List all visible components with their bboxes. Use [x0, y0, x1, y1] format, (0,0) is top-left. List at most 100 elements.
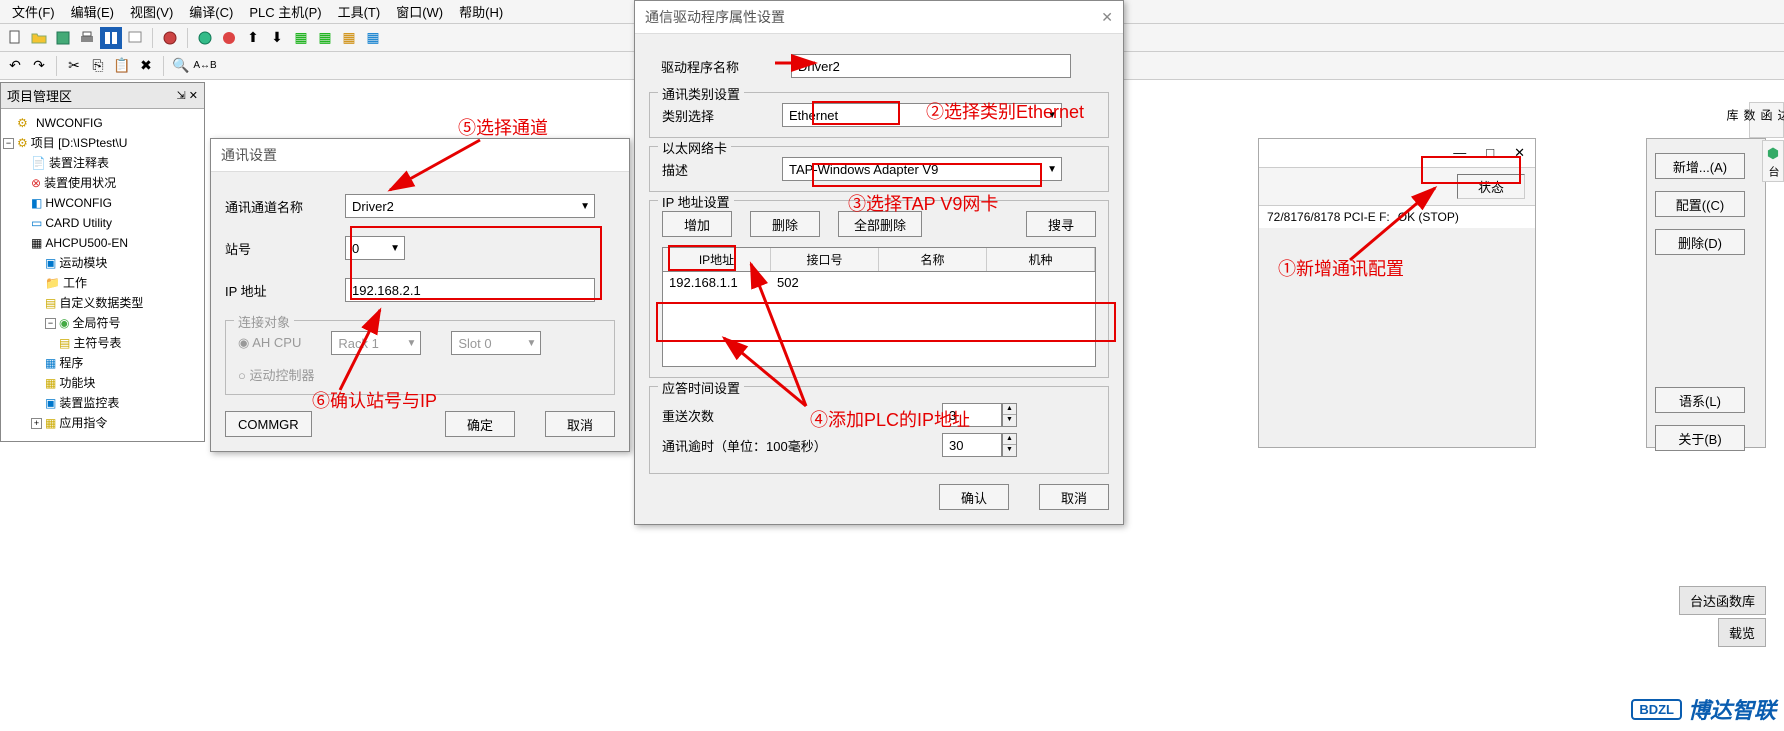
- driver-name-label: 驱动程序名称: [661, 57, 771, 76]
- search-button[interactable]: 搜寻: [1026, 211, 1096, 237]
- tree-item[interactable]: ◧HWCONFIG: [3, 193, 202, 213]
- cancel-button[interactable]: 取消: [1039, 484, 1109, 510]
- delete-all-button[interactable]: 全部删除: [838, 211, 922, 237]
- chip2-icon[interactable]: ▦: [314, 27, 336, 49]
- paste-icon[interactable]: 📋: [111, 55, 133, 77]
- nic-label: 描述: [662, 160, 762, 179]
- copy-icon[interactable]: ⎘: [87, 55, 109, 77]
- menu-window[interactable]: 窗口(W): [388, 0, 451, 23]
- delete-config-button[interactable]: 删除(D): [1655, 229, 1745, 255]
- retry-label: 重送次数: [662, 406, 942, 425]
- help-icon[interactable]: [159, 27, 181, 49]
- cat-label: 类别选择: [662, 106, 762, 125]
- nic-group-label: 以太网络卡: [658, 138, 731, 157]
- tree-title: 项目管理区: [7, 86, 72, 105]
- tab-zairu[interactable]: 载览: [1718, 618, 1766, 647]
- timeout-spinner[interactable]: 30▲▼: [942, 433, 1017, 457]
- side-label: 台: [1765, 166, 1781, 177]
- table-row[interactable]: 192.168.1.1 502: [663, 272, 1095, 293]
- cat-combo[interactable]: Ethernet▼: [782, 103, 1062, 127]
- open-icon[interactable]: [28, 27, 50, 49]
- find-icon[interactable]: 🔍: [170, 55, 192, 77]
- replace-icon[interactable]: A↔B: [194, 55, 216, 77]
- configure-button[interactable]: 配置((C): [1655, 191, 1745, 217]
- menu-view[interactable]: 视图(V): [122, 0, 181, 23]
- ahcpu-radio: ◉ AH CPU: [238, 335, 301, 351]
- new-config-button[interactable]: 新增...(A): [1655, 153, 1745, 179]
- tree-item[interactable]: ⊗装置使用状况: [3, 173, 202, 193]
- tree-item[interactable]: ▣装置监控表: [3, 393, 202, 413]
- comm-settings-dialog: 通讯设置 通讯通道名称 Driver2▼ 站号 0▼ IP 地址 192.168…: [210, 138, 630, 452]
- add-button[interactable]: 增加: [662, 211, 732, 237]
- tree-item[interactable]: −◉全局符号: [3, 313, 202, 333]
- ip-table[interactable]: IP地址 接口号 名称 机种 192.168.1.1 502: [662, 247, 1096, 367]
- chip4-icon[interactable]: ▦: [362, 27, 384, 49]
- channel-label: 通讯通道名称: [225, 197, 345, 216]
- col-port: 接口号: [771, 248, 879, 271]
- upload-icon[interactable]: ⬆: [242, 27, 264, 49]
- menu-help[interactable]: 帮助(H): [451, 0, 511, 23]
- tree-item[interactable]: 📁工作: [3, 273, 202, 293]
- menu-edit[interactable]: 编辑(E): [63, 0, 122, 23]
- side-tab-tdlib[interactable]: 台达函数库: [1749, 102, 1784, 138]
- tree-pin-icon[interactable]: ⇲ ✕: [177, 89, 199, 102]
- tree-item[interactable]: ▤自定义数据类型: [3, 293, 202, 313]
- ok-button[interactable]: 确定: [445, 411, 515, 437]
- tree-item[interactable]: ▭CARD Utility: [3, 213, 202, 233]
- tree-item[interactable]: ▤主符号表: [3, 333, 202, 353]
- motion-radio: ○ 运动控制器: [238, 368, 314, 383]
- tree-item[interactable]: +▦应用指令: [3, 413, 202, 433]
- tree-nwconfig[interactable]: ⚙NWCONFIG: [3, 113, 202, 133]
- menu-tools[interactable]: 工具(T): [330, 0, 389, 23]
- menu-file[interactable]: 文件(F): [4, 0, 63, 23]
- preview-icon[interactable]: [124, 27, 146, 49]
- about-button[interactable]: 关于(B): [1655, 425, 1745, 451]
- redo-icon[interactable]: ↷: [28, 55, 50, 77]
- tree-item[interactable]: ▦程序: [3, 353, 202, 373]
- channel-combo[interactable]: Driver2▼: [345, 194, 595, 218]
- print-icon[interactable]: [76, 27, 98, 49]
- cancel-button[interactable]: 取消: [545, 411, 615, 437]
- col-name: 名称: [879, 248, 987, 271]
- layout-icon[interactable]: [100, 27, 122, 49]
- globe-icon[interactable]: [194, 27, 216, 49]
- tab-tdlib[interactable]: 台达函数库: [1679, 586, 1766, 615]
- tree-item[interactable]: 📄装置注释表: [3, 153, 202, 173]
- undo-icon[interactable]: ↶: [4, 55, 26, 77]
- language-button[interactable]: 语系(L): [1655, 387, 1745, 413]
- ok-button[interactable]: 确认: [939, 484, 1009, 510]
- tree-item[interactable]: ▣运动模块: [3, 253, 202, 273]
- menu-compile[interactable]: 编译(C): [181, 0, 241, 23]
- status-ok: OK (STOP): [1398, 210, 1459, 224]
- ip-label: IP 地址: [225, 281, 345, 300]
- save-icon[interactable]: [52, 27, 74, 49]
- new-icon[interactable]: [4, 27, 26, 49]
- menu-plc[interactable]: PLC 主机(P): [241, 0, 329, 23]
- tree-item[interactable]: ▦AHCPU500-EN: [3, 233, 202, 253]
- driver-name-input[interactable]: Driver2: [791, 54, 1071, 78]
- close-icon[interactable]: ✕: [1101, 9, 1113, 26]
- stop-icon[interactable]: [218, 27, 240, 49]
- cut-icon[interactable]: ✂: [63, 55, 85, 77]
- dialog-title: 通讯设置: [221, 145, 277, 165]
- download-icon[interactable]: ⬇: [266, 27, 288, 49]
- dialog-title: 通信驱动程序属性设置: [645, 7, 785, 27]
- button-side-panel: 新增...(A) 配置((C) 删除(D) 语系(L) 关于(B): [1646, 138, 1766, 448]
- status-header: 状态: [1457, 174, 1525, 199]
- delete-icon[interactable]: ✖: [135, 55, 157, 77]
- station-label: 站号: [225, 239, 345, 258]
- retry-spinner[interactable]: 3▲▼: [942, 403, 1017, 427]
- tree-project-root[interactable]: −⚙项目 [D:\ISPtest\U: [3, 133, 202, 153]
- chip1-icon[interactable]: ▦: [290, 27, 312, 49]
- commgr-button[interactable]: COMMGR: [225, 411, 312, 437]
- station-combo[interactable]: 0▼: [345, 236, 405, 260]
- nic-combo[interactable]: TAP-Windows Adapter V9▼: [782, 157, 1062, 181]
- driver-properties-dialog: 通信驱动程序属性设置 ✕ 驱动程序名称 Driver2 通讯类别设置 类别选择 …: [634, 0, 1124, 525]
- col-model: 机种: [987, 248, 1095, 271]
- tree-item[interactable]: ▦功能块: [3, 373, 202, 393]
- cube-icon[interactable]: ⬢: [1767, 145, 1779, 162]
- ip-input[interactable]: 192.168.2.1: [345, 278, 595, 302]
- delete-button[interactable]: 删除: [750, 211, 820, 237]
- chip3-icon[interactable]: ▦: [338, 27, 360, 49]
- col-ip: IP地址: [663, 248, 771, 271]
